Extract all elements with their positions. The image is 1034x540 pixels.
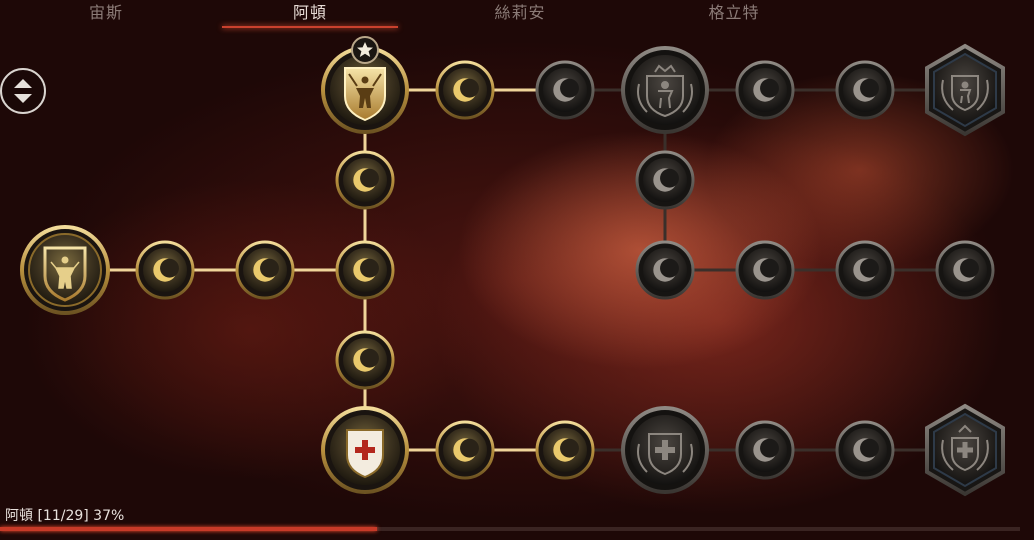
skill-node-locked[interactable] xyxy=(535,60,595,120)
healer-skill-node-lit[interactable] xyxy=(321,406,409,494)
root-warrior-node[interactable] xyxy=(20,225,110,315)
medical-cross-shield-icon xyxy=(346,429,384,479)
skill-node-locked[interactable] xyxy=(835,60,895,120)
warrior-shield-emblem-icon xyxy=(344,67,386,122)
star-badge xyxy=(351,36,379,64)
skill-node-lit[interactable] xyxy=(335,330,395,390)
skill-node-locked[interactable] xyxy=(835,420,895,480)
skill-node-lit[interactable] xyxy=(335,240,395,300)
warrior-skill-node-lit[interactable] xyxy=(321,36,409,134)
skill-node-locked[interactable] xyxy=(935,240,995,300)
skill-node-lit[interactable] xyxy=(235,240,295,300)
progress-bar-fill xyxy=(0,527,378,531)
skill-node-locked[interactable] xyxy=(635,150,695,210)
skill-node-lit[interactable] xyxy=(435,60,495,120)
healer-skill-node-locked[interactable] xyxy=(621,406,709,494)
skill-node-locked[interactable] xyxy=(735,60,795,120)
skill-node-lit[interactable] xyxy=(335,150,395,210)
skill-node-locked[interactable] xyxy=(635,240,695,300)
warrior-skill-node-locked[interactable] xyxy=(621,46,709,134)
skill-node-lit[interactable] xyxy=(135,240,195,300)
skill-node-locked[interactable] xyxy=(735,420,795,480)
skill-node-locked[interactable] xyxy=(735,240,795,300)
skill-node-locked[interactable] xyxy=(835,240,895,300)
progress-bar xyxy=(0,527,1020,531)
ultimate-healer-node-locked[interactable] xyxy=(925,403,1005,497)
skill-tree-screen: 宙斯 阿頓 絲莉安 格立特 阿頓 [11/29] 37% xyxy=(0,0,1034,540)
skill-node-lit[interactable] xyxy=(435,420,495,480)
ultimate-warrior-node-locked[interactable] xyxy=(925,43,1005,137)
skill-tree xyxy=(20,36,1005,497)
skill-node-lit[interactable] xyxy=(535,420,595,480)
progress-label: 阿頓 [11/29] 37% xyxy=(5,508,125,524)
